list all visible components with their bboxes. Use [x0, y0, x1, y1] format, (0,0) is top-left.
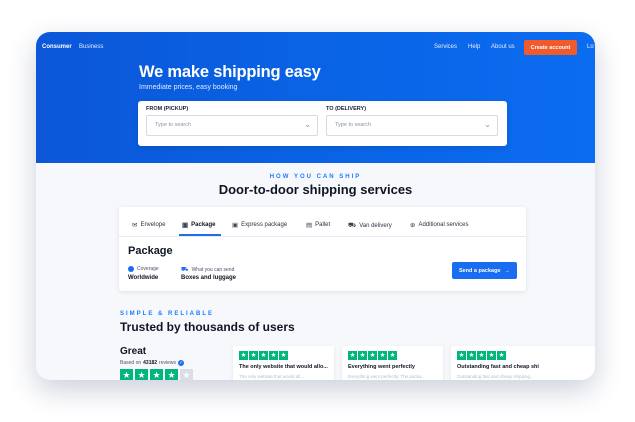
package-icon: ▣	[182, 222, 189, 229]
tab-label: Additional services	[418, 222, 469, 228]
browser-frame: Consumer Business Services Help About us…	[36, 32, 595, 380]
coverage-value: Worldwide	[128, 275, 159, 281]
review-count: 43182	[143, 360, 158, 366]
reviews-word: reviews	[159, 360, 176, 366]
chevron-down-icon: ⌄	[304, 120, 311, 129]
nav-business[interactable]: Business	[79, 44, 103, 50]
rating-stars: ★ ★ ★ ★ ★	[120, 369, 193, 380]
based-on-text: Based on	[120, 360, 142, 366]
create-account-button[interactable]: Create account	[524, 40, 577, 55]
star-icon: ★	[388, 351, 397, 360]
tab-label: Envelope	[140, 222, 166, 228]
tab-van-delivery[interactable]: ⛟ Van delivery	[348, 221, 392, 230]
review-text: Outstanding fast and cheap shipping...	[457, 374, 534, 379]
star-icon: ★	[487, 351, 496, 360]
star-icon: ★	[358, 351, 367, 360]
send-label-text: What you can send	[191, 267, 235, 273]
trust-title: Trusted by thousands of users	[120, 320, 295, 334]
star-filled-icon: ★	[150, 369, 163, 380]
tab-label: Package	[191, 222, 216, 228]
verified-icon: ✓	[178, 360, 184, 366]
star-icon: ★	[348, 351, 357, 360]
services-card: ✉ Envelope ▣ Package ▣ Express package ▤…	[119, 207, 526, 291]
star-icon: ★	[467, 351, 476, 360]
tabs-divider	[119, 236, 526, 237]
star-icon: ★	[457, 351, 466, 360]
review-title: Everything went perfectly	[348, 364, 415, 370]
van-icon: ⛟	[348, 222, 357, 229]
coverage-label-text: Coverage	[137, 266, 159, 272]
tab-label: Pallet	[315, 222, 331, 228]
envelope-icon: ✉	[132, 222, 138, 229]
from-field[interactable]: Type to search ⌄	[146, 115, 318, 136]
review-summary: Based on 43182 reviews ✓	[120, 360, 184, 366]
chevron-down-icon: ⌄	[484, 120, 491, 129]
rating-word: Great	[120, 346, 147, 357]
plus-circle-icon: ⊕	[410, 222, 416, 229]
panel-title: Package	[128, 245, 173, 257]
tab-label: Van delivery	[359, 222, 392, 229]
pallet-icon: ▤	[306, 222, 313, 229]
star-icon: ★	[497, 351, 506, 360]
tab-label: Express package	[241, 222, 288, 228]
nav-services[interactable]: Services	[434, 44, 457, 50]
tab-envelope[interactable]: ✉ Envelope	[132, 221, 165, 229]
star-filled-icon: ★	[120, 369, 133, 380]
hero-title: We make shipping easy	[139, 63, 321, 81]
review-card[interactable]: ★ ★ ★ ★ ★ Everything went perfectly Everythi…	[342, 346, 443, 380]
services-eyebrow: HOW YOU CAN SHIP	[269, 174, 362, 180]
globe-icon	[128, 266, 134, 272]
nav-help[interactable]: Help	[468, 44, 480, 50]
truck-icon: ⛟	[181, 267, 189, 273]
send-package-label: Send a package	[458, 267, 501, 274]
review-text: The only website that would all...	[239, 374, 305, 379]
tab-additional-services[interactable]: ⊕ Additional services	[410, 221, 468, 229]
from-placeholder: Type to search	[155, 122, 192, 128]
express-package-icon: ▣	[232, 222, 239, 229]
review-text: Everything went perfectly. The packa...	[348, 374, 426, 379]
star-icon: ★	[239, 351, 248, 360]
star-icon: ★	[368, 351, 377, 360]
to-label: TO (DELIVERY)	[326, 106, 367, 112]
trust-eyebrow: SIMPLE & RELIABLE	[120, 311, 215, 317]
review-card[interactable]: ★ ★ ★ ★ ★ The only website that would allo..…	[233, 346, 334, 380]
star-icon: ★	[249, 351, 258, 360]
review-card[interactable]: ★ ★ ★ ★ ★ Outstanding fast and cheap shi Out…	[451, 346, 595, 380]
star-icon: ★	[477, 351, 486, 360]
tab-express-package[interactable]: ▣ Express package	[232, 221, 287, 229]
from-label: FROM (PICKUP)	[146, 106, 189, 112]
hero-section: Consumer Business Services Help About us…	[36, 32, 595, 163]
to-placeholder: Type to search	[335, 122, 372, 128]
hero-subtitle: Immediate prices, easy booking	[139, 84, 238, 91]
send-value: Boxes and luggage	[181, 275, 237, 281]
star-empty-icon: ★	[180, 369, 193, 380]
star-icon: ★	[378, 351, 387, 360]
review-stars: ★ ★ ★ ★ ★	[348, 351, 397, 360]
star-filled-icon: ★	[135, 369, 148, 380]
services-title: Door-to-door shipping services	[218, 182, 413, 197]
review-stars: ★ ★ ★ ★ ★	[239, 351, 288, 360]
nav-login-truncated[interactable]: Lo	[587, 44, 594, 50]
coverage-label: Coverage	[128, 266, 159, 272]
review-title: The only website that would allo...	[239, 364, 328, 370]
search-card: FROM (PICKUP) Type to search ⌄ TO (DELIV…	[138, 101, 507, 146]
review-title: Outstanding fast and cheap shi	[457, 364, 539, 370]
tab-package[interactable]: ▣ Package	[182, 221, 216, 229]
send-package-button[interactable]: Send a package →	[452, 262, 517, 279]
tab-pallet[interactable]: ▤ Pallet	[306, 221, 330, 229]
send-label: ⛟ What you can send	[181, 266, 234, 274]
star-filled-icon: ★	[165, 369, 178, 380]
star-icon: ★	[279, 351, 288, 360]
review-stars: ★ ★ ★ ★ ★	[457, 351, 506, 360]
nav-about-us[interactable]: About us	[491, 44, 515, 50]
nav-consumer[interactable]: Consumer	[42, 44, 72, 50]
arrow-right-icon: →	[504, 267, 511, 274]
to-field[interactable]: Type to search ⌄	[326, 115, 498, 136]
star-icon: ★	[259, 351, 268, 360]
star-icon: ★	[269, 351, 278, 360]
